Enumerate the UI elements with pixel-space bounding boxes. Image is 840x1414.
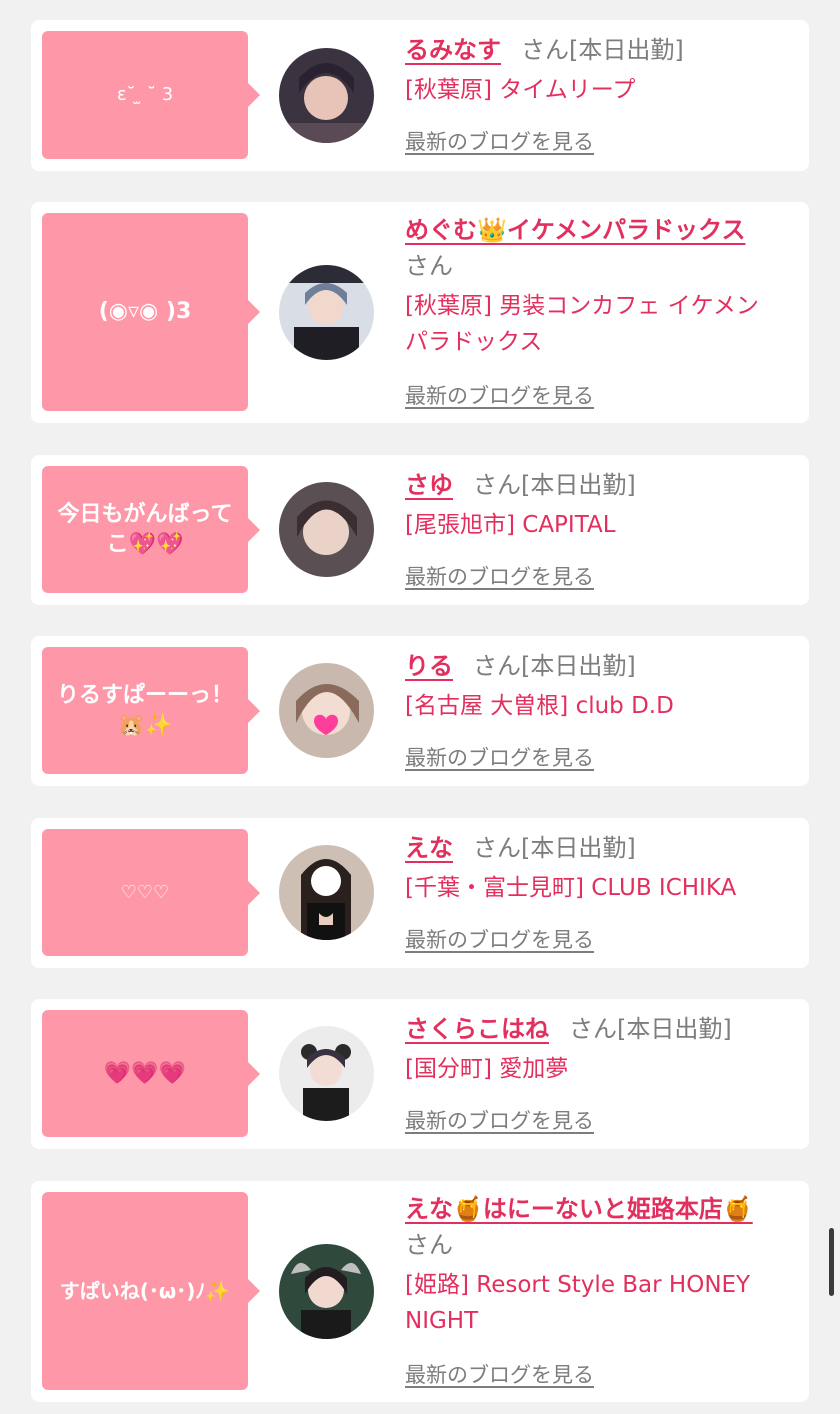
status-badge: [本日出勤] bbox=[521, 471, 636, 499]
blog-link[interactable]: 最新のブログを見る bbox=[405, 561, 594, 591]
cast-name-link[interactable]: えな🍯はにーないと姫路本店🍯 bbox=[405, 1195, 753, 1223]
message-text: すぱいね(･ω･)ﾉ✨ bbox=[59, 1279, 231, 1303]
message-bubble: すぱいね(･ω･)ﾉ✨ bbox=[42, 1192, 260, 1390]
cast-name-link[interactable]: さゆ bbox=[405, 471, 453, 499]
blog-link[interactable]: 最新のブログを見る bbox=[405, 924, 594, 954]
list-item: 今日もがんばってこ💖💖 さゆ さん[本日出勤] [尾張旭市] CAPITAL 最新… bbox=[31, 455, 809, 605]
honorific: さん bbox=[405, 252, 453, 280]
shop-info: [名古屋 大曽根] club D.D bbox=[405, 693, 674, 719]
shop-info: [千葉・富士見町] CLUB ICHIKA bbox=[405, 875, 737, 901]
message-bubble: 💗💗💗 bbox=[42, 1010, 260, 1137]
avatar[interactable] bbox=[279, 482, 374, 577]
list-item: ♡♡♡ えな さん[本日出勤] [千葉・富士見町] CLUB ICHIKA 最新の… bbox=[31, 818, 809, 968]
cast-name-link[interactable]: さくらこはね bbox=[405, 1015, 549, 1043]
list-item: すぱいね(･ω･)ﾉ✨ えな🍯はにーないと姫路本店🍯 さん [姫路] Resort… bbox=[31, 1181, 809, 1402]
message-text: 今日もがんばってこ💖💖 bbox=[57, 501, 233, 557]
card-info: さゆ さん[本日出勤] [尾張旭市] CAPITAL bbox=[405, 467, 779, 543]
scrollbar[interactable] bbox=[829, 1228, 834, 1296]
message-bubble: ε˘̆ ̫ ˘̆ 3 bbox=[42, 31, 260, 159]
avatar[interactable] bbox=[279, 845, 374, 940]
shop-info: [国分町] 愛加夢 bbox=[405, 1056, 569, 1082]
card-info: めぐむ👑イケメンパラドックス さん [秋葉原] 男装コンカフェ イケメンパラドック… bbox=[405, 212, 779, 360]
avatar[interactable] bbox=[279, 1026, 374, 1121]
card-info: りる さん[本日出勤] [名古屋 大曽根] club D.D bbox=[405, 648, 779, 724]
status-badge: [本日出勤] bbox=[521, 652, 636, 680]
honorific: さん bbox=[569, 1015, 617, 1043]
honorific: さん bbox=[405, 1231, 453, 1259]
cast-name-link[interactable]: えな bbox=[405, 834, 453, 862]
avatar[interactable] bbox=[279, 265, 374, 360]
avatar[interactable] bbox=[279, 48, 374, 143]
blog-link[interactable]: 最新のブログを見る bbox=[405, 742, 594, 772]
message-text: 💗💗💗 bbox=[103, 1060, 187, 1086]
shop-info: [秋葉原] タイムリープ bbox=[405, 77, 636, 103]
message-text: (◉▿◉ )3 bbox=[98, 299, 192, 324]
status-badge: [本日出勤] bbox=[617, 1015, 732, 1043]
message-bubble: 今日もがんばってこ💖💖 bbox=[42, 466, 260, 593]
shop-info: [尾張旭市] CAPITAL bbox=[405, 512, 616, 538]
card-info: るみなす さん[本日出勤] [秋葉原] タイムリープ bbox=[405, 32, 779, 108]
blog-link[interactable]: 最新のブログを見る bbox=[405, 1359, 594, 1389]
cast-name-link[interactable]: りる bbox=[405, 652, 453, 680]
card-info: さくらこはね さん[本日出勤] [国分町] 愛加夢 bbox=[405, 1011, 779, 1087]
blog-link[interactable]: 最新のブログを見る bbox=[405, 1105, 594, 1135]
status-badge: [本日出勤] bbox=[521, 834, 636, 862]
card-info: えな さん[本日出勤] [千葉・富士見町] CLUB ICHIKA bbox=[405, 830, 779, 906]
cast-name-link[interactable]: るみなす bbox=[405, 36, 501, 64]
blog-link[interactable]: 最新のブログを見る bbox=[405, 380, 594, 410]
honorific: さん bbox=[521, 36, 569, 64]
avatar[interactable] bbox=[279, 1244, 374, 1339]
list-item: りるすぱーーっ！🐹✨ りる さん[本日出勤] [名古屋 大曽根] club D.D… bbox=[31, 636, 809, 786]
status-badge: [本日出勤] bbox=[569, 36, 684, 64]
avatar[interactable] bbox=[279, 663, 374, 758]
message-text: ♡♡♡ bbox=[120, 881, 170, 903]
message-bubble: (◉▿◉ )3 bbox=[42, 213, 260, 411]
cast-name-link[interactable]: めぐむ👑イケメンパラドックス bbox=[405, 216, 745, 244]
shop-info: [姫路] Resort Style Bar HONEY NIGHT bbox=[405, 1272, 751, 1334]
message-text: ε˘̆ ̫ ˘̆ 3 bbox=[116, 84, 174, 105]
honorific: さん bbox=[473, 471, 521, 499]
list-item: 💗💗💗 さくらこはね さん[本日出勤] [国分町] 愛加夢 最新のブログを見る bbox=[31, 999, 809, 1149]
message-bubble: ♡♡♡ bbox=[42, 829, 260, 956]
card-info: えな🍯はにーないと姫路本店🍯 さん [姫路] Resort Style Bar H… bbox=[405, 1191, 779, 1339]
list-item: ε˘̆ ̫ ˘̆ 3 るみなす さん[本日出勤] [秋葉原] タイムリープ 最新の… bbox=[31, 20, 809, 171]
list-item: (◉▿◉ )3 めぐむ👑イケメンパラドックス さん [秋葉原] 男装コンカフェ イ… bbox=[31, 202, 809, 423]
message-bubble: りるすぱーーっ！🐹✨ bbox=[42, 647, 260, 774]
shop-info: [秋葉原] 男装コンカフェ イケメンパラドックス bbox=[405, 293, 759, 355]
message-text: りるすぱーーっ！🐹✨ bbox=[56, 682, 233, 738]
honorific: さん bbox=[473, 652, 521, 680]
blog-link[interactable]: 最新のブログを見る bbox=[405, 126, 594, 156]
honorific: さん bbox=[473, 834, 521, 862]
